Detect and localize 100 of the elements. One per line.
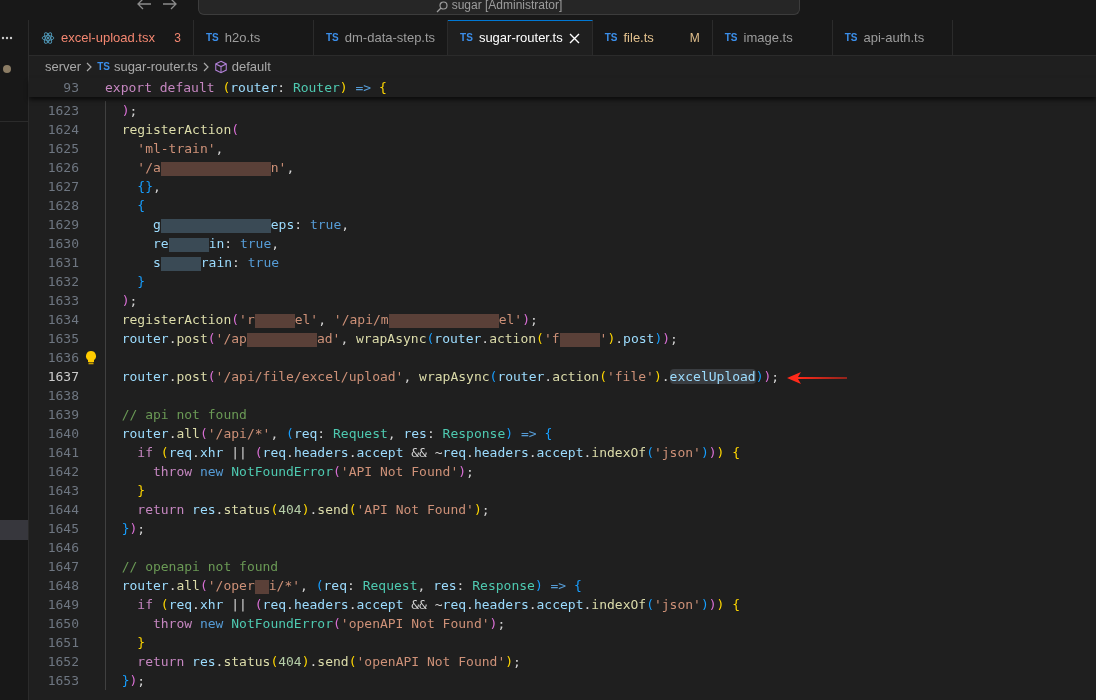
code-token: registerAction <box>121 122 232 137</box>
code-token: ( <box>348 502 357 517</box>
code-token: . <box>348 597 357 612</box>
code-token: } <box>121 521 130 536</box>
code-token: : <box>224 236 233 251</box>
editor-tab[interactable]: excel-upload.tsx 3 <box>29 20 194 55</box>
code-token: { <box>732 597 741 612</box>
code-token: el' <box>294 312 319 327</box>
code-token: Response <box>472 578 535 593</box>
editor-tab[interactable]: TS file.ts M <box>592 20 713 55</box>
code-token: send <box>317 502 349 517</box>
code-token: } <box>137 635 146 650</box>
code-token: true <box>309 217 342 232</box>
chevron-right-icon <box>201 62 210 72</box>
code-token: . <box>192 597 200 612</box>
code-token: , <box>270 426 279 441</box>
line-number: 1642 <box>46 463 79 481</box>
code-token: ) <box>129 521 138 536</box>
code-token: action <box>489 331 537 346</box>
file-type-label: TS <box>206 32 219 43</box>
line-number: 1645 <box>46 520 79 538</box>
search-placeholder: sugar [Administrator] <box>451 0 563 11</box>
code-token: && ~ <box>411 445 443 460</box>
code-token: status <box>223 502 271 517</box>
editor-tab[interactable]: TS api-auth.ts <box>832 20 953 55</box>
code-token: => <box>550 578 567 593</box>
line-number: 1650 <box>46 615 79 633</box>
code-token: n' <box>270 160 287 175</box>
code-token: '/a <box>137 160 161 175</box>
code-token: if <box>137 597 153 612</box>
code-token: res <box>192 654 216 669</box>
line-number: 1651 <box>46 634 79 652</box>
code-token: NotFoundError <box>231 616 333 631</box>
code-token: s <box>152 255 161 270</box>
code-token: . <box>309 654 318 669</box>
code-token: ( <box>646 597 654 612</box>
code-token: } <box>137 274 146 289</box>
code-token: ) <box>653 369 662 384</box>
code-token: '/api/m <box>333 312 389 327</box>
code-token: req <box>442 445 467 460</box>
code-token: . <box>615 331 624 346</box>
code-token: status <box>223 654 271 669</box>
editor-tab[interactable]: TS sugar-router.ts <box>448 20 593 55</box>
code-token: ) <box>763 369 772 384</box>
more-icon[interactable] <box>1 36 13 40</box>
code-token: . <box>544 369 553 384</box>
code-token: router <box>230 80 278 95</box>
redacted-blur <box>254 579 269 594</box>
code-token: . <box>286 445 294 460</box>
code-token: ( <box>426 331 435 346</box>
code-token: ) <box>121 103 130 118</box>
code-token: throw <box>152 464 193 479</box>
code-token: ( <box>333 616 341 631</box>
line-number: 1647 <box>46 558 79 576</box>
code-token: ; <box>529 312 538 327</box>
breadcrumb-item[interactable]: default <box>231 57 271 77</box>
code-token: default <box>159 80 215 95</box>
code-token: wrapAsync <box>356 331 427 346</box>
lightbulb-icon[interactable] <box>85 350 97 365</box>
redacted-blur <box>559 332 600 347</box>
line-number: 1630 <box>46 235 79 253</box>
forward-arrow-icon[interactable] <box>162 0 178 10</box>
breadcrumb-item[interactable]: server <box>45 57 82 77</box>
close-icon[interactable] <box>568 32 580 44</box>
code-token: ( <box>199 578 208 593</box>
code-token: ; <box>670 331 678 346</box>
code-token: ( <box>254 445 263 460</box>
code-token: , <box>387 426 396 441</box>
code-token: req <box>262 597 287 612</box>
back-arrow-icon[interactable] <box>136 0 152 10</box>
file-type-label: TS <box>724 32 738 43</box>
code-token: Router <box>292 80 340 95</box>
code-token: ( <box>160 445 169 460</box>
code-token: ( <box>231 312 240 327</box>
breadcrumb-item[interactable]: sugar-router.ts <box>113 57 198 77</box>
cube-icon <box>213 60 228 74</box>
code-token: { <box>379 80 387 95</box>
code-token: post <box>176 369 208 384</box>
code-token: , <box>286 160 295 175</box>
code-token: , <box>403 369 412 384</box>
code-token: . <box>215 502 224 517</box>
editor-tab[interactable]: TS image.ts <box>712 20 833 55</box>
code-token: : <box>317 426 326 441</box>
code-token: req <box>262 445 287 460</box>
code-token: : <box>277 80 286 95</box>
line-number: 1631 <box>46 254 79 272</box>
line-number: 1648 <box>46 577 79 595</box>
line-number: 1646 <box>46 539 79 557</box>
editor-tab[interactable]: TS h2o.ts <box>194 20 314 55</box>
code-token: { <box>574 578 582 593</box>
search-field[interactable]: sugar [Administrator] <box>198 0 800 15</box>
code-token: . <box>481 331 490 346</box>
code-token: ) <box>654 331 663 346</box>
line-number: 1649 <box>46 596 79 614</box>
code-token: ) <box>129 673 138 688</box>
code-token: headers <box>293 597 349 612</box>
tab-label: dm-data-step.ts <box>344 28 436 47</box>
line-number: 1626 <box>46 159 79 177</box>
code-token: ) <box>716 597 725 612</box>
code-token: res <box>433 578 457 593</box>
